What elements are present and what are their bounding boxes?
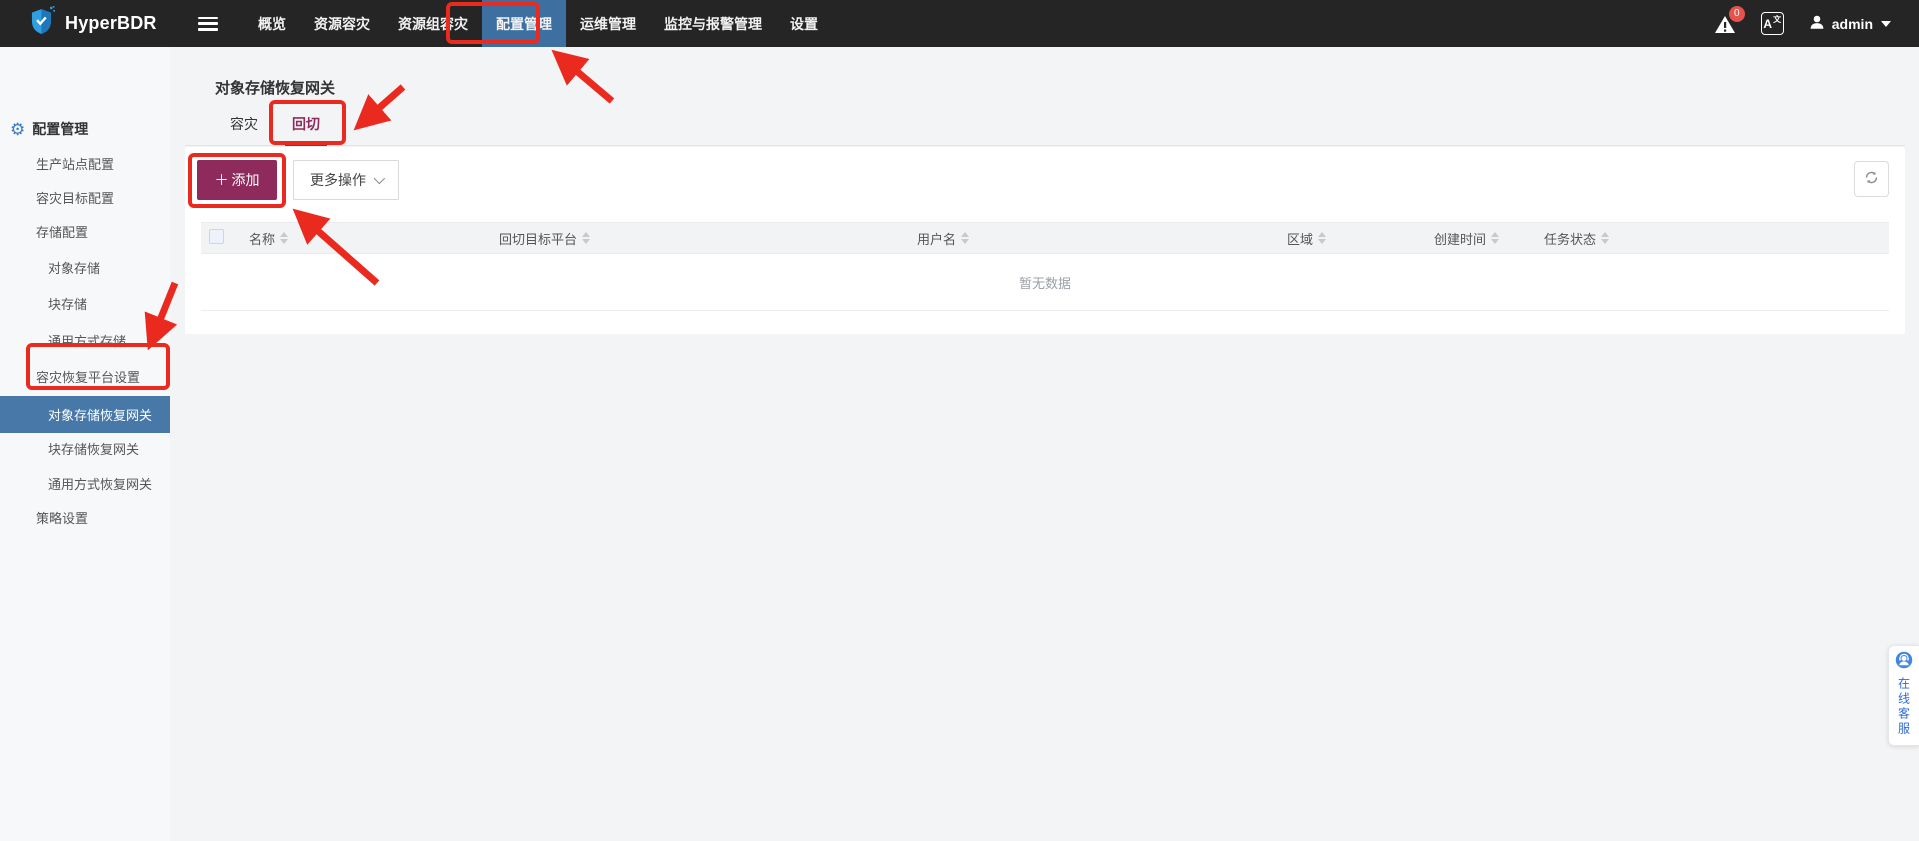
nav-item-config-management[interactable]: 配置管理 (482, 0, 566, 47)
top-navbar: HyperBDR 概览 资源容灾 资源组容灾 配置管理 运维管理 监控与报警管理… (0, 0, 1919, 47)
online-service-label: 在线客服 (1896, 677, 1911, 737)
sidebar-item-generic-storage[interactable]: 通用方式存储 (48, 332, 126, 352)
refresh-button[interactable] (1854, 161, 1889, 197)
alert-count-badge: 0 (1728, 5, 1745, 22)
brand-logo[interactable]: HyperBDR (0, 6, 180, 41)
main-content: 对象存储恢复网关 容灾 回切 ＋添加 更多操作 名称 回切目标平台 用户名 区域… (170, 47, 1919, 841)
alert-bell-button[interactable]: 0 (1713, 5, 1745, 36)
shield-logo-icon (30, 6, 56, 41)
column-header-created-time[interactable]: 创建时间 (1426, 222, 1536, 254)
column-header-task-status[interactable]: 任务状态 (1536, 222, 1889, 254)
sidebar-item-policy-settings[interactable]: 策略设置 (36, 509, 88, 529)
sidebar-title: ⚙ 配置管理 (10, 119, 89, 139)
sort-icon[interactable] (961, 232, 970, 244)
nav-item-ops-management[interactable]: 运维管理 (566, 0, 650, 47)
chevron-down-icon (1881, 20, 1891, 27)
gear-icon: ⚙ (10, 119, 26, 139)
main-nav: 概览 资源容灾 资源组容灾 配置管理 运维管理 监控与报警管理 设置 (244, 0, 832, 47)
empty-state-row: 暂无数据 (201, 253, 1889, 311)
sidebar-item-object-storage[interactable]: 对象存储 (48, 259, 100, 279)
tab-disaster-recovery[interactable]: 容灾 (213, 103, 275, 145)
sort-icon[interactable] (1601, 232, 1610, 244)
refresh-icon (1863, 169, 1880, 189)
nav-item-settings[interactable]: 设置 (776, 0, 832, 47)
user-avatar-icon (1808, 13, 1826, 34)
empty-state-text: 暂无数据 (201, 253, 1889, 311)
tab-bar: 容灾 回切 (185, 104, 1905, 146)
data-table: 名称 回切目标平台 用户名 区域 创建时间 任务状态 暂无数据 (201, 222, 1889, 311)
column-header-region[interactable]: 区域 (1279, 222, 1426, 254)
nav-item-resource-dr[interactable]: 资源容灾 (300, 0, 384, 47)
column-header-name[interactable]: 名称 (241, 222, 491, 254)
column-header-failback-target-platform[interactable]: 回切目标平台 (491, 222, 909, 254)
sidebar-item-object-storage-recovery-gateway[interactable]: 对象存储恢复网关 (0, 396, 170, 433)
nav-item-monitor-alarm[interactable]: 监控与报警管理 (650, 0, 776, 47)
plus-icon: ＋ (214, 172, 229, 188)
page-title: 对象存储恢复网关 (215, 80, 336, 97)
add-button[interactable]: ＋添加 (197, 160, 277, 200)
nav-item-resource-group-dr[interactable]: 资源组容灾 (384, 0, 482, 47)
sort-icon[interactable] (1318, 232, 1327, 244)
alert-triangle-icon (1713, 15, 1737, 40)
customer-service-icon (1895, 651, 1913, 674)
user-menu[interactable]: admin (1808, 13, 1891, 34)
column-header-username[interactable]: 用户名 (909, 222, 1279, 254)
sidebar: ⚙ 配置管理 生产站点配置 容灾目标配置 存储配置 对象存储 块存储 通用方式存… (0, 47, 170, 841)
select-all-checkbox[interactable] (209, 229, 224, 244)
toolbar: ＋添加 更多操作 (197, 160, 399, 200)
hamburger-menu-icon[interactable] (198, 16, 218, 31)
tab-failback[interactable]: 回切 (275, 103, 337, 146)
sort-icon[interactable] (582, 232, 591, 244)
chevron-down-icon (373, 172, 386, 185)
sort-icon[interactable] (1491, 232, 1500, 244)
nav-item-overview[interactable]: 概览 (244, 0, 300, 47)
sidebar-item-generic-recovery-gateway[interactable]: 通用方式恢复网关 (48, 475, 152, 495)
more-actions-button[interactable]: 更多操作 (293, 160, 399, 200)
sidebar-item-block-storage-recovery-gateway[interactable]: 块存储恢复网关 (48, 440, 139, 460)
username-label: admin (1831, 15, 1873, 32)
sidebar-item-dr-platform-settings[interactable]: 容灾恢复平台设置 (36, 368, 140, 388)
table-header-row: 名称 回切目标平台 用户名 区域 创建时间 任务状态 (201, 222, 1889, 254)
sidebar-item-production-site-config[interactable]: 生产站点配置 (36, 155, 114, 175)
brand-name: HyperBDR (65, 13, 157, 33)
online-service-widget[interactable]: 在线客服 (1888, 645, 1919, 746)
language-switch-icon[interactable]: A文 (1760, 12, 1784, 35)
sidebar-item-dr-target-config[interactable]: 容灾目标配置 (36, 189, 114, 209)
content-card: ＋添加 更多操作 名称 回切目标平台 用户名 区域 创建时间 任务状态 暂无数据 (185, 147, 1905, 334)
sidebar-item-storage-config[interactable]: 存储配置 (36, 223, 88, 243)
sort-icon[interactable] (280, 232, 289, 244)
sidebar-item-block-storage[interactable]: 块存储 (48, 295, 87, 315)
